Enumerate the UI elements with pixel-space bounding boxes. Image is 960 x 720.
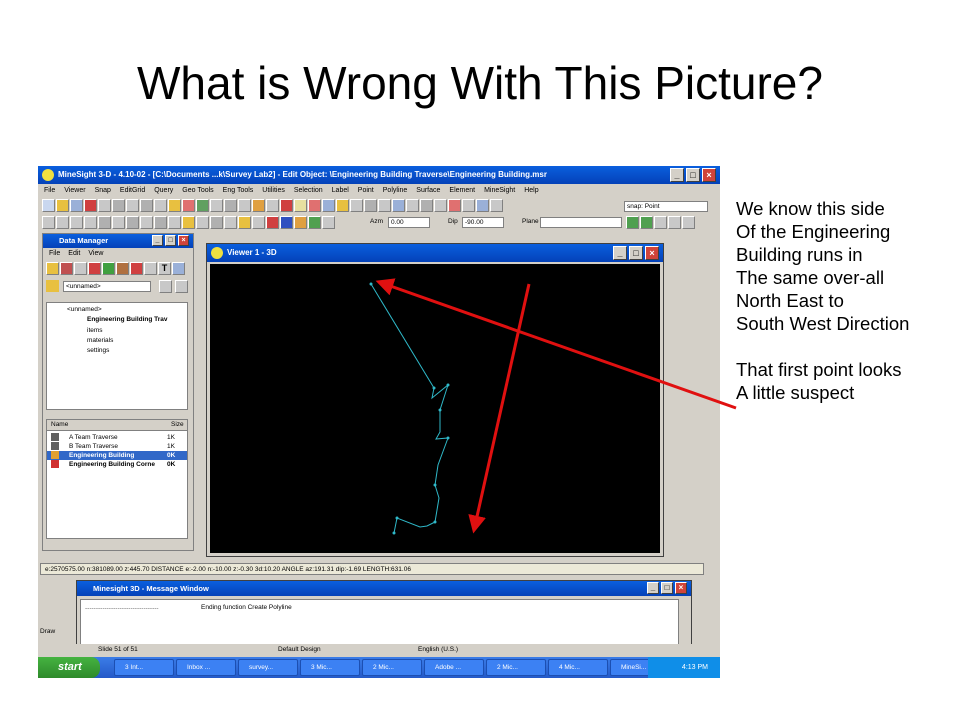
- annotation-overlay: [375, 278, 737, 534]
- direction-arrow: [468, 283, 531, 534]
- suspect-point-arrow: [375, 278, 737, 410]
